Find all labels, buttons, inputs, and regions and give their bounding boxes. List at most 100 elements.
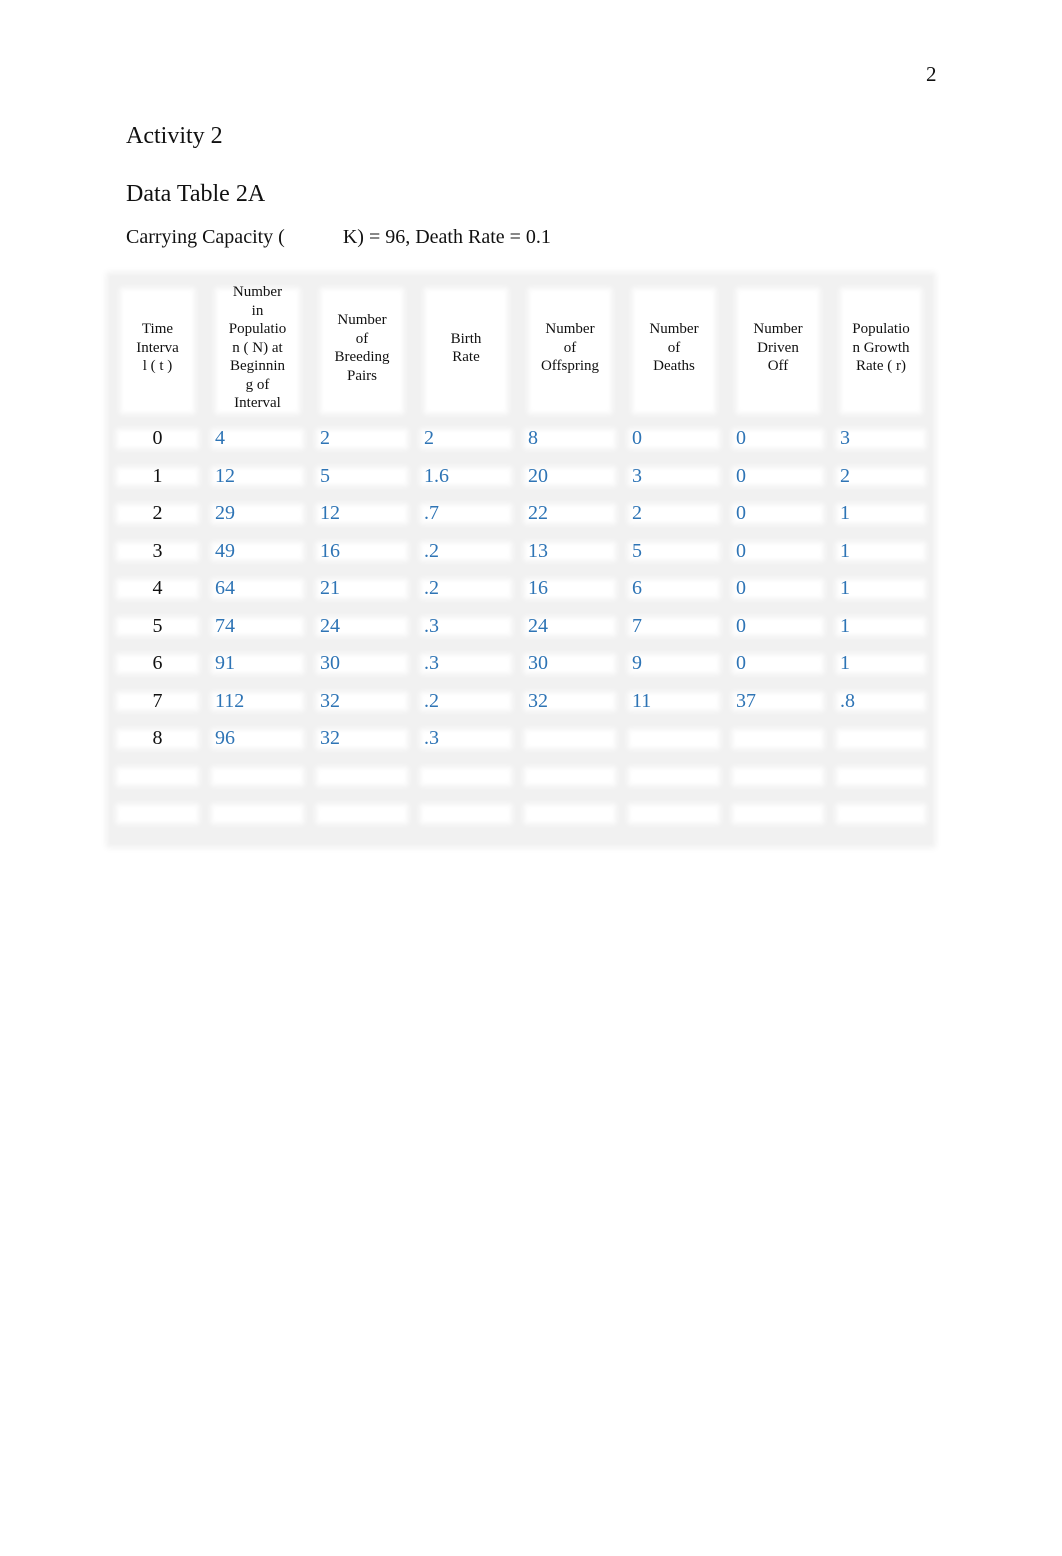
deaths-value: 5 bbox=[632, 539, 642, 562]
deaths-cell: 2 bbox=[622, 495, 726, 533]
deaths-value: 3 bbox=[632, 464, 642, 487]
breeding-pairs-cell: 30 bbox=[310, 645, 414, 683]
population-at-beginning-value: 112 bbox=[215, 689, 245, 712]
col-header-label: Populatio n Growth Rate ( r) bbox=[852, 321, 910, 375]
birth-rate-cell: 2 bbox=[414, 420, 518, 458]
population-at-beginning-value bbox=[205, 802, 215, 824]
birth-rate-cell bbox=[414, 758, 518, 796]
breeding-pairs-value: 12 bbox=[320, 502, 340, 525]
breeding-pairs-value: 2 bbox=[320, 427, 330, 450]
growth-rate-cell: 2 bbox=[830, 458, 932, 496]
time-interval-cell: 3 bbox=[110, 533, 205, 571]
growth-rate-cell bbox=[830, 758, 932, 796]
driven-off-value: 0 bbox=[736, 652, 746, 675]
cell-background bbox=[420, 766, 512, 786]
cell-background bbox=[732, 804, 824, 824]
growth-rate-cell bbox=[830, 720, 932, 758]
table-caption: Carrying Capacity (K) = 96, Death Rate =… bbox=[126, 226, 551, 249]
driven-off-value: 0 bbox=[736, 577, 746, 600]
cell-background bbox=[732, 766, 824, 786]
growth-rate-cell: 1 bbox=[830, 608, 932, 646]
driven-off-value bbox=[726, 727, 736, 749]
time-interval-value: 3 bbox=[152, 539, 163, 562]
breeding-pairs-value: 5 bbox=[320, 464, 330, 487]
birth-rate-value: .3 bbox=[424, 652, 439, 675]
offspring-value: 22 bbox=[528, 502, 548, 525]
deaths-value bbox=[622, 802, 632, 824]
cell-background bbox=[116, 766, 199, 786]
time-interval-cell: 4 bbox=[110, 570, 205, 608]
cell-background bbox=[211, 804, 304, 824]
col-header-driven-off: Number Driven Off bbox=[726, 276, 830, 420]
driven-off-cell: 0 bbox=[726, 645, 830, 683]
col-header-label: Time Interva l ( t ) bbox=[136, 321, 179, 375]
offspring-cell: 8 bbox=[518, 420, 622, 458]
deaths-cell: 5 bbox=[622, 533, 726, 571]
deaths-cell: 6 bbox=[622, 570, 726, 608]
birth-rate-cell: .7 bbox=[414, 495, 518, 533]
table-row: 3 49 16 .2 13 5 0 1 bbox=[110, 533, 932, 571]
table-row: 8 96 32 .3 bbox=[110, 720, 932, 758]
driven-off-value: 37 bbox=[736, 689, 756, 712]
deaths-cell: 9 bbox=[622, 645, 726, 683]
population-at-beginning-value: 4 bbox=[215, 427, 225, 450]
cell-background bbox=[836, 766, 926, 786]
growth-rate-value: 3 bbox=[840, 427, 850, 450]
growth-rate-cell: 1 bbox=[830, 533, 932, 571]
col-header-time-interval: Time Interva l ( t ) bbox=[110, 276, 205, 420]
driven-off-cell: 0 bbox=[726, 608, 830, 646]
table-row: 7 112 32 .2 32 11 37 .8 bbox=[110, 683, 932, 721]
population-at-beginning-cell bbox=[205, 795, 310, 833]
birth-rate-cell: .2 bbox=[414, 570, 518, 608]
growth-rate-value: 1 bbox=[840, 652, 850, 675]
table-title: Data Table 2A bbox=[126, 181, 266, 207]
time-interval-value: 5 bbox=[152, 614, 163, 637]
offspring-value: 13 bbox=[528, 539, 548, 562]
population-at-beginning-cell: 49 bbox=[205, 533, 310, 571]
driven-off-value bbox=[726, 802, 736, 824]
population-at-beginning-value: 12 bbox=[215, 464, 235, 487]
col-header-label: Number Driven Off bbox=[753, 321, 803, 375]
deaths-value: 9 bbox=[632, 652, 642, 675]
offspring-cell: 24 bbox=[518, 608, 622, 646]
offspring-value: 32 bbox=[528, 689, 548, 712]
cell-background bbox=[316, 766, 408, 786]
birth-rate-value: .7 bbox=[424, 502, 439, 525]
deaths-cell: 7 bbox=[622, 608, 726, 646]
breeding-pairs-cell: 32 bbox=[310, 683, 414, 721]
population-at-beginning-cell bbox=[205, 758, 310, 796]
driven-off-cell: 37 bbox=[726, 683, 830, 721]
table-row bbox=[110, 795, 932, 833]
growth-rate-value bbox=[830, 765, 840, 787]
population-at-beginning-value: 29 bbox=[215, 502, 235, 525]
cell-background bbox=[211, 766, 304, 786]
cell-background bbox=[628, 729, 720, 749]
growth-rate-cell: 1 bbox=[830, 495, 932, 533]
table-row bbox=[110, 758, 932, 796]
offspring-cell bbox=[518, 795, 622, 833]
birth-rate-value: 1.6 bbox=[424, 464, 449, 487]
cell-background bbox=[524, 766, 616, 786]
time-interval-value: 2 bbox=[152, 502, 163, 525]
breeding-pairs-cell: 24 bbox=[310, 608, 414, 646]
breeding-pairs-cell: 2 bbox=[310, 420, 414, 458]
deaths-value: 7 bbox=[632, 614, 642, 637]
population-at-beginning-cell: 29 bbox=[205, 495, 310, 533]
breeding-pairs-value: 32 bbox=[320, 727, 340, 750]
col-header-label: Number of Deaths bbox=[649, 321, 699, 375]
cell-background bbox=[836, 804, 926, 824]
col-header-deaths: Number of Deaths bbox=[622, 276, 726, 420]
time-interval-value: 6 bbox=[152, 652, 163, 675]
birth-rate-value: .2 bbox=[424, 539, 439, 562]
time-interval-cell: 1 bbox=[110, 458, 205, 496]
deaths-value bbox=[622, 727, 632, 749]
time-interval-value: 4 bbox=[152, 577, 163, 600]
birth-rate-value: 2 bbox=[424, 427, 434, 450]
birth-rate-cell: .3 bbox=[414, 645, 518, 683]
time-interval-cell: 8 bbox=[110, 720, 205, 758]
time-interval-value: 7 bbox=[152, 689, 163, 712]
table-row: 2 29 12.7 22 2 0 1 bbox=[110, 495, 932, 533]
birth-rate-value: .3 bbox=[424, 727, 439, 750]
population-at-beginning-cell: 112 bbox=[205, 683, 310, 721]
growth-rate-cell: 3 bbox=[830, 420, 932, 458]
